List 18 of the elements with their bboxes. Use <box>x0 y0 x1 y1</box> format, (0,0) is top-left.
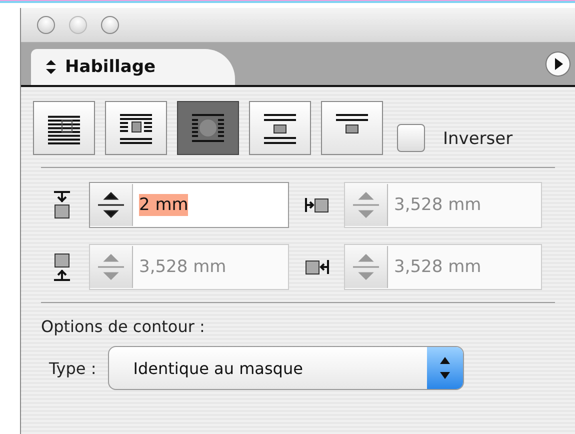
type-dropdown[interactable]: Identique au masque <box>108 346 464 390</box>
close-window-icon[interactable] <box>37 16 55 34</box>
invert-checkbox[interactable] <box>397 124 425 152</box>
invert-label: Inverser <box>443 129 513 149</box>
panel-tab[interactable]: Habillage <box>31 49 235 85</box>
up-down-arrows-icon <box>45 59 57 75</box>
wrap-object-shape-button[interactable] <box>177 101 239 155</box>
contour-options-heading: Options de contour : <box>41 317 206 336</box>
up-down-arrows-icon <box>427 347 464 389</box>
zoom-window-icon[interactable] <box>101 16 119 34</box>
offset-field[interactable]: 2 mm <box>89 182 289 228</box>
panel-menu-button[interactable] <box>545 51 571 77</box>
stepper-icon[interactable] <box>90 184 133 226</box>
wrap-jump-object-button[interactable] <box>249 101 311 155</box>
wrap-none-button[interactable] <box>33 101 95 155</box>
type-label: Type : <box>49 358 96 378</box>
wrap-bounding-box-button[interactable] <box>105 101 167 155</box>
wrap-jump-next-column-button[interactable] <box>321 101 383 155</box>
